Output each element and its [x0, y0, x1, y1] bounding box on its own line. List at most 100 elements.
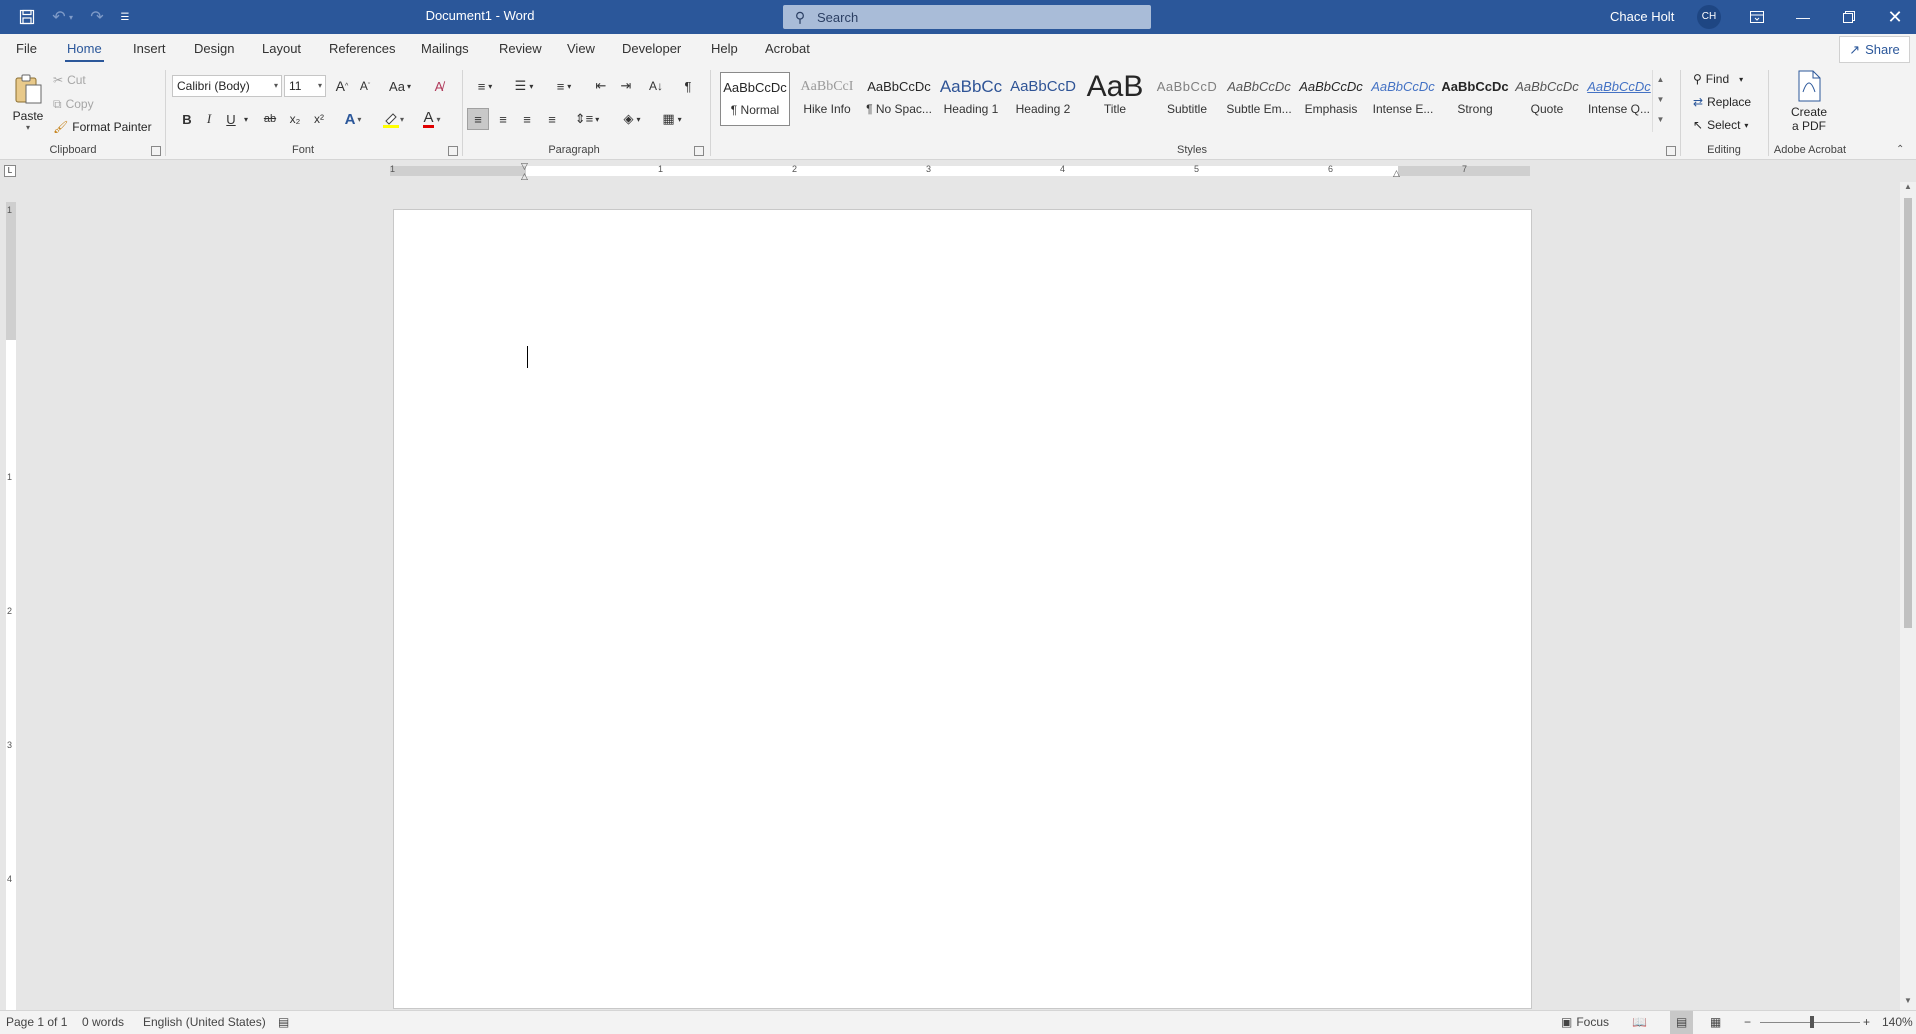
web-layout-icon[interactable]: ▦	[1710, 1011, 1721, 1034]
clear-formatting-icon[interactable]: A̸	[428, 75, 450, 97]
styles-launcher-icon[interactable]	[1666, 146, 1676, 156]
style-quote[interactable]: AaBbCcDc Quote	[1512, 72, 1582, 126]
close-icon[interactable]: ✕	[1872, 0, 1916, 34]
style-title[interactable]: AaB Title	[1080, 72, 1150, 126]
scroll-up-icon[interactable]: ▲	[1900, 182, 1916, 196]
cut-button[interactable]: ✂ Cut	[53, 71, 86, 89]
style-strong[interactable]: AaBbCcDc Strong	[1440, 72, 1510, 126]
ribbon-display-options-icon[interactable]	[1734, 0, 1780, 34]
clipboard-launcher-icon[interactable]	[151, 146, 161, 156]
select-button[interactable]: ↖ Select ▾	[1693, 116, 1748, 134]
undo-dropdown-icon[interactable]: ▾	[64, 0, 78, 34]
font-family-select[interactable]: Calibri (Body) ▾	[172, 75, 282, 97]
style-normal[interactable]: AaBbCcDc ¶ Normal	[720, 72, 790, 126]
superscript-button[interactable]: x²	[308, 108, 330, 130]
borders-button[interactable]: ▦ ▾	[656, 108, 688, 130]
zoom-slider-thumb[interactable]	[1810, 1016, 1814, 1028]
align-right-icon[interactable]: ≡	[516, 108, 538, 130]
tab-view[interactable]: View	[565, 34, 597, 66]
paste-button[interactable]: Paste ▾	[10, 72, 46, 138]
page-count[interactable]: Page 1 of 1	[6, 1011, 67, 1034]
create-pdf-button[interactable]: Create a PDF	[1776, 70, 1842, 133]
align-center-icon[interactable]: ≡	[492, 108, 514, 130]
font-color-button[interactable]: A ▾	[416, 108, 448, 130]
justify-icon[interactable]: ≡	[541, 108, 563, 130]
highlight-color-button[interactable]: ▾	[377, 108, 409, 130]
styles-scroll-down-icon[interactable]: ▼	[1653, 90, 1668, 110]
font-launcher-icon[interactable]	[448, 146, 458, 156]
tab-review[interactable]: Review	[497, 34, 544, 66]
customize-toolbar-icon[interactable]: ☰	[110, 0, 140, 34]
restore-icon[interactable]	[1826, 0, 1872, 34]
line-spacing-button[interactable]: ⇕≡ ▾	[572, 108, 602, 130]
bullets-button[interactable]: ≡ ▾	[470, 75, 500, 97]
style-no-spacing[interactable]: AaBbCcDc ¶ No Spac...	[864, 72, 934, 126]
horizontal-ruler[interactable]: 1 1 2 3 4 5 6 7	[390, 164, 1530, 176]
read-mode-icon[interactable]: 📖	[1632, 1011, 1647, 1034]
tab-home[interactable]: Home	[65, 34, 104, 66]
vertical-ruler[interactable]: 1 1 2 3 4	[6, 202, 16, 1010]
tab-insert[interactable]: Insert	[131, 34, 168, 66]
shrink-font-button[interactable]: Aˇ	[355, 75, 375, 97]
copy-button[interactable]: ⧉ Copy	[53, 95, 94, 113]
minimize-icon[interactable]: —	[1780, 0, 1826, 34]
tab-help[interactable]: Help	[709, 34, 740, 66]
paragraph-launcher-icon[interactable]	[694, 146, 704, 156]
accessibility-icon[interactable]: ▤	[278, 1011, 289, 1034]
zoom-out-button[interactable]: −	[1744, 1011, 1751, 1034]
share-button[interactable]: ↗ Share	[1839, 36, 1910, 63]
strikethrough-button[interactable]: ab	[260, 108, 280, 130]
redo-icon[interactable]: ↷	[82, 0, 112, 34]
save-icon[interactable]	[12, 0, 42, 34]
align-left-icon[interactable]: ≡	[467, 108, 489, 130]
grow-font-button[interactable]: A ^	[332, 75, 352, 97]
style-intense-quote[interactable]: AaBbCcDc Intense Q...	[1584, 72, 1654, 126]
style-emphasis[interactable]: AaBbCcDc Emphasis	[1296, 72, 1366, 126]
hanging-indent-marker[interactable]: △	[521, 171, 528, 182]
search-box[interactable]: ⚲ Search	[783, 5, 1151, 29]
style-hike-info[interactable]: AaBbCcI Hike Info	[792, 72, 862, 126]
sort-icon[interactable]: A↓	[645, 75, 667, 97]
tab-mailings[interactable]: Mailings	[419, 34, 471, 66]
format-painter-button[interactable]: 🖌 Format Painter	[53, 118, 152, 136]
show-formatting-marks-button[interactable]: ¶	[678, 75, 698, 97]
zoom-in-button[interactable]: +	[1863, 1011, 1870, 1034]
scroll-down-icon[interactable]: ▼	[1900, 996, 1916, 1010]
text-effects-icon[interactable]: A ▾	[340, 108, 366, 130]
focus-button[interactable]: ▣ Focus	[1561, 1011, 1609, 1034]
font-size-select[interactable]: 11 ▾	[284, 75, 326, 97]
numbering-button[interactable]: ☰ ▾	[508, 75, 540, 97]
increase-indent-icon[interactable]: ⇥	[615, 75, 637, 97]
scrollbar-thumb[interactable]	[1904, 198, 1912, 628]
change-case-button[interactable]: Aa ▾	[385, 75, 415, 97]
multilevel-list-button[interactable]: ≡ ▾	[548, 75, 580, 97]
find-button[interactable]: ⚲ Find ▾	[1693, 70, 1743, 88]
collapse-ribbon-icon[interactable]: ⌃	[1896, 144, 1904, 155]
tab-file[interactable]: File	[14, 34, 39, 66]
styles-scroll-up-icon[interactable]: ▲	[1653, 70, 1668, 90]
tab-layout[interactable]: Layout	[260, 34, 303, 66]
word-count[interactable]: 0 words	[82, 1011, 124, 1034]
tab-developer[interactable]: Developer	[620, 34, 683, 66]
right-indent-marker[interactable]: △	[1393, 168, 1400, 179]
tab-design[interactable]: Design	[192, 34, 236, 66]
italic-button[interactable]: I	[200, 108, 218, 130]
user-name[interactable]: Chace Holt	[1610, 0, 1674, 34]
style-subtitle[interactable]: AaBbCcD Subtitle	[1152, 72, 1222, 126]
shading-button[interactable]: ◈ ▾	[617, 108, 647, 130]
vertical-scrollbar[interactable]: ▲ ▼	[1900, 182, 1916, 1010]
avatar[interactable]: CH	[1697, 5, 1721, 29]
style-heading-2[interactable]: AaBbCcD Heading 2	[1008, 72, 1078, 126]
style-subtle-emphasis[interactable]: AaBbCcDc Subtle Em...	[1224, 72, 1294, 126]
print-layout-icon[interactable]: ▤	[1670, 1011, 1694, 1034]
underline-button[interactable]: U	[222, 108, 240, 130]
replace-button[interactable]: ⇄ Replace	[1693, 93, 1751, 111]
zoom-level[interactable]: 140%	[1882, 1011, 1913, 1034]
style-intense-emphasis[interactable]: AaBbCcDc Intense E...	[1368, 72, 1438, 126]
tab-acrobat[interactable]: Acrobat	[763, 34, 812, 66]
bold-button[interactable]: B	[177, 108, 197, 130]
tab-references[interactable]: References	[327, 34, 397, 66]
document-page[interactable]	[393, 209, 1532, 1009]
language[interactable]: English (United States)	[143, 1011, 266, 1034]
decrease-indent-icon[interactable]: ⇤	[590, 75, 612, 97]
